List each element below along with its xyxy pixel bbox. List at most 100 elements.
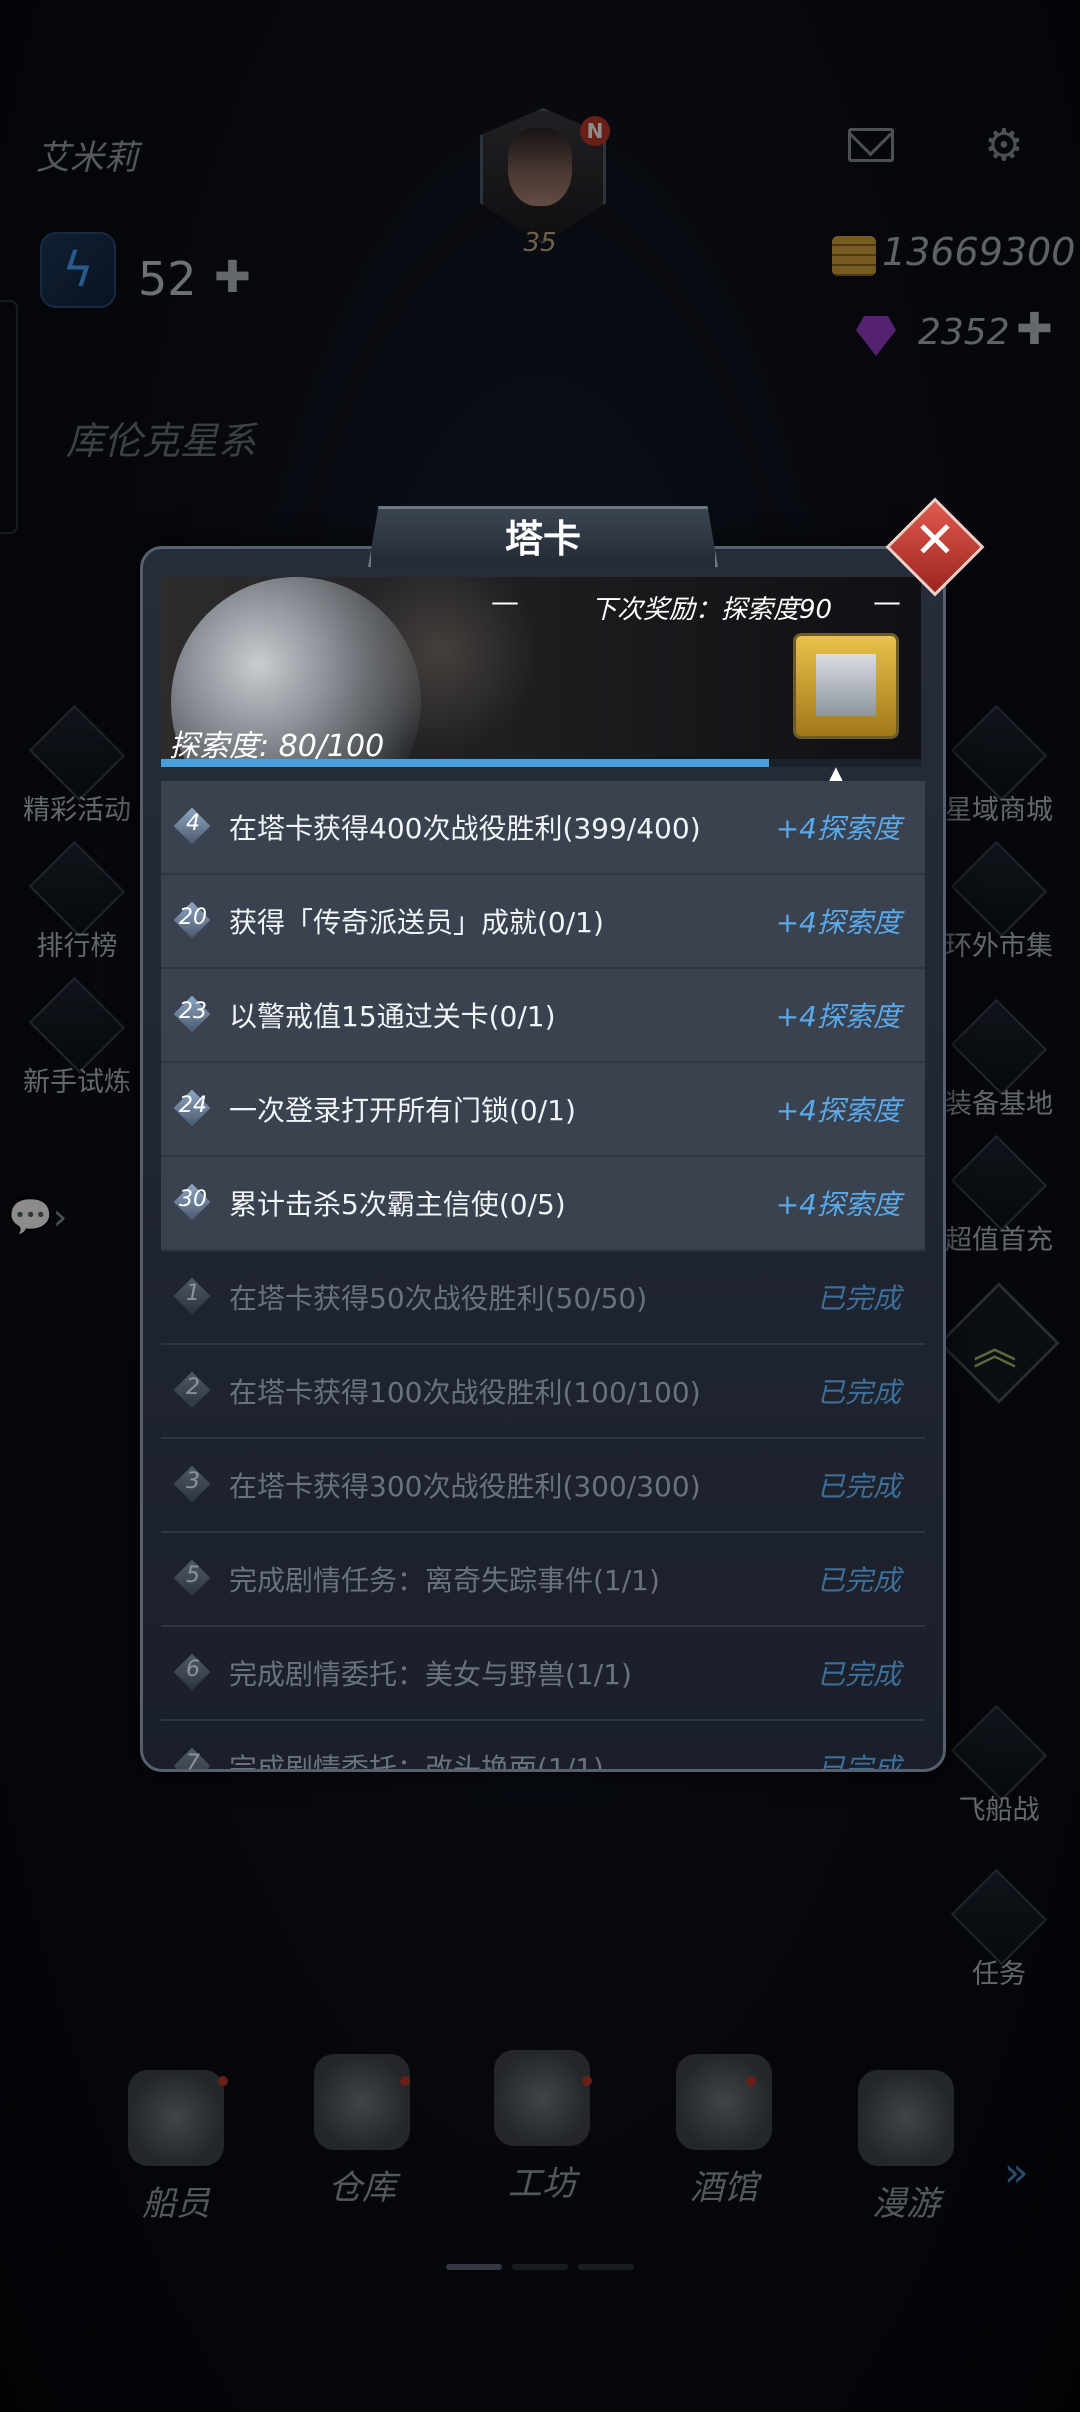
task-reward: 已完成 [816, 1376, 901, 1409]
equipment-base-button[interactable]: 装备基地 [944, 998, 1054, 1135]
nav-roam[interactable]: 漫游 [836, 2070, 976, 2225]
asteroid-field [361, 577, 561, 763]
energy-bolt-icon: ϟ [40, 232, 116, 308]
task-reward: +4探索度 [775, 1094, 901, 1127]
task-number-badge: 3 [173, 1465, 213, 1505]
cart-icon [950, 840, 1048, 938]
task-reward: 已完成 [816, 1564, 901, 1597]
task-description: 在塔卡获得300次战役胜利(300/300) [229, 1470, 701, 1503]
task-number-badge: 20 [173, 901, 213, 941]
workshop-notification-dot [582, 2076, 592, 2086]
task-row[interactable]: 2 在塔卡获得100次战役胜利(100/100) 已完成 [161, 1345, 925, 1439]
gem-icon [856, 316, 896, 356]
events-button[interactable]: 精彩活动 [22, 704, 132, 841]
crate-icon [950, 998, 1048, 1096]
planet-exploration-dialog: — 下次奖励：探索度90 — 探索度: 80/100 ▲ 4 在塔卡获得400次战… [140, 546, 946, 1772]
player-name: 艾米莉 [36, 138, 138, 178]
events-icon [28, 704, 126, 802]
exploration-label: 探索度: 80/100 [169, 729, 385, 763]
page-indicator-active [446, 2264, 502, 2270]
ship-battle-button[interactable]: 飞船战 [944, 1704, 1054, 1841]
task-reward: +4探索度 [775, 1000, 901, 1033]
task-number-badge: 2 [173, 1371, 213, 1411]
ship-battle-icon [950, 1704, 1048, 1802]
novice-trial-button[interactable]: 新手试炼 [22, 976, 132, 1113]
task-row[interactable]: 5 完成剧情任务：离奇失踪事件(1/1) 已完成 [161, 1533, 925, 1627]
task-row[interactable]: 6 完成剧情委托：美女与野兽(1/1) 已完成 [161, 1627, 925, 1721]
task-description: 获得「传奇派送员」成就(0/1) [229, 906, 604, 939]
reward-chest-icon[interactable] [793, 633, 899, 739]
coin-stack-icon [832, 236, 876, 276]
beer-mug-icon [676, 2054, 772, 2150]
nav-warehouse[interactable]: 仓库 [292, 2054, 432, 2209]
task-row[interactable]: 4 在塔卡获得400次战役胜利(399/400) +4探索度 [161, 781, 925, 875]
warehouse-notification-dot [400, 2076, 410, 2086]
outer-market-button[interactable]: 环外市集 [944, 840, 1054, 977]
task-description: 完成剧情委托：美女与野兽(1/1) [229, 1658, 632, 1691]
task-number-badge: 24 [173, 1089, 213, 1129]
task-row[interactable]: 20 获得「传奇派送员」成就(0/1) +4探索度 [161, 875, 925, 969]
task-list[interactable]: 4 在塔卡获得400次战役胜利(399/400) +4探索度 20 获得「传奇派送员」成… [161, 781, 925, 1771]
task-number-badge: 30 [173, 1183, 213, 1223]
avatar-new-badge: N [580, 116, 610, 146]
mail-icon[interactable] [848, 128, 894, 162]
hammer-icon [494, 2050, 590, 2146]
task-reward: +4探索度 [775, 906, 901, 939]
leaderboard-button[interactable]: 排行榜 [22, 840, 132, 977]
task-description: 一次登录打开所有门锁(0/1) [229, 1094, 576, 1127]
double-chevron-up-icon: ︽ [972, 1323, 1017, 1375]
collapse-menu-button[interactable]: ︽ [938, 1282, 1060, 1404]
task-description: 在塔卡获得100次战役胜利(100/100) [229, 1376, 701, 1409]
bottom-nav: 船员 仓库 工坊 酒馆 漫游 [0, 2050, 1080, 2290]
compass-icon [28, 976, 126, 1074]
first-recharge-button[interactable]: 超值首充 [944, 1134, 1054, 1271]
task-row[interactable]: 23 以警戒值15通过关卡(0/1) +4探索度 [161, 969, 925, 1063]
chat-icon[interactable]: 💬› [8, 1196, 67, 1238]
close-icon: ✕ [914, 510, 956, 569]
task-number-badge: 5 [173, 1559, 213, 1599]
task-row[interactable]: 7 完成剧情委托：改头换面(1/1) 已完成 [161, 1721, 925, 1771]
task-reward: +4探索度 [775, 1188, 901, 1221]
avatar-portrait [508, 128, 572, 206]
player-level: 35 [523, 228, 557, 258]
exploration-progress-fill [161, 759, 769, 767]
task-reward: 已完成 [816, 1282, 901, 1315]
nav-tavern[interactable]: 酒馆 [654, 2054, 794, 2209]
galaxy-name: 库伦克星系 [66, 419, 257, 463]
task-number-badge: 23 [173, 995, 213, 1035]
roam-route-icon [858, 2070, 954, 2166]
task-row[interactable]: 24 一次登录打开所有门锁(0/1) +4探索度 [161, 1063, 925, 1157]
settings-gear-icon[interactable]: ⚙ [984, 120, 1023, 171]
gems-value: 2352 [918, 312, 1010, 353]
podium-icon [28, 840, 126, 938]
task-row[interactable]: 1 在塔卡获得50次战役胜利(50/50) 已完成 [161, 1251, 925, 1345]
next-reward-label: 下次奖励：探索度90 [591, 595, 833, 625]
task-number-badge: 4 [173, 807, 213, 847]
crew-notification-dot [218, 2076, 228, 2086]
checklist-icon [950, 1868, 1048, 1966]
task-reward: 已完成 [816, 1470, 901, 1503]
nav-crew[interactable]: 船员 [106, 2070, 246, 2225]
task-description: 完成剧情委托：改头换面(1/1) [229, 1752, 604, 1771]
task-reward: 已完成 [816, 1658, 901, 1691]
diamond-icon [950, 704, 1048, 802]
task-number-badge: 1 [173, 1277, 213, 1317]
dialog-title: 塔卡 [368, 506, 718, 567]
task-reward: 已完成 [816, 1752, 901, 1771]
add-gems-icon[interactable]: ✚ [1016, 304, 1053, 355]
left-drawer-tab[interactable] [0, 300, 18, 534]
task-row[interactable]: 3 在塔卡获得300次战役胜利(300/300) 已完成 [161, 1439, 925, 1533]
nav-workshop[interactable]: 工坊 [472, 2050, 612, 2205]
coins-value: 13669300 [882, 230, 1076, 274]
add-energy-icon[interactable]: ✚ [214, 252, 251, 303]
task-row[interactable]: 30 累计击杀5次霸主信使(0/5) +4探索度 [161, 1157, 925, 1251]
task-description: 累计击杀5次霸主信使(0/5) [229, 1188, 566, 1221]
more-arrows-icon[interactable]: » [1004, 2150, 1028, 2196]
planet-banner: — 下次奖励：探索度90 — 探索度: 80/100 [161, 577, 921, 763]
tasks-button[interactable]: 任务 [944, 1868, 1054, 2005]
star-shop-button[interactable]: 星域商城 [944, 704, 1054, 841]
task-number-badge: 6 [173, 1653, 213, 1693]
energy-value: 52 [138, 252, 197, 306]
task-description: 在塔卡获得50次战役胜利(50/50) [229, 1282, 648, 1315]
exploration-progress-bar [161, 759, 921, 767]
